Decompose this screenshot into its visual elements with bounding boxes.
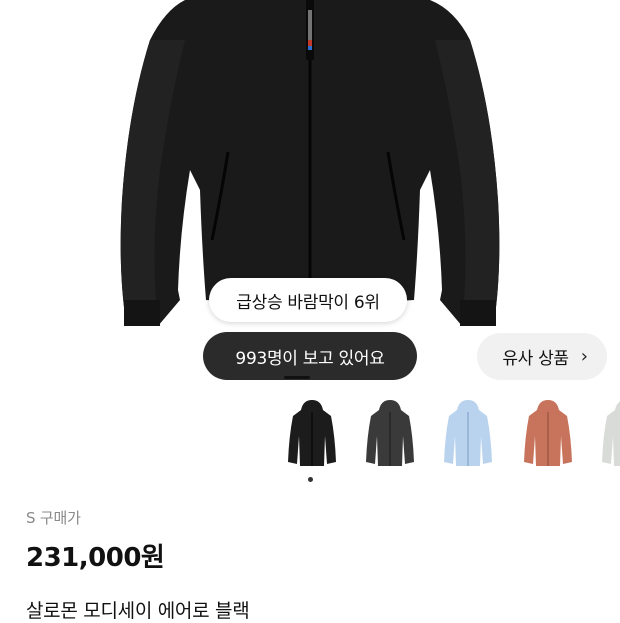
image-indicator xyxy=(284,376,310,379)
product-name: 살로몬 모디세이 에어로 블랙 xyxy=(26,600,250,622)
color-variant-light-gray[interactable] xyxy=(597,396,620,472)
viewers-badge: 993명이 보고 있어요 xyxy=(203,332,417,380)
color-variant-terracotta[interactable] xyxy=(519,396,577,472)
chevron-right-icon: › xyxy=(580,346,588,367)
size-purchase-label: S 구매가 xyxy=(26,509,81,527)
color-variant-black[interactable] xyxy=(283,396,341,472)
product-price: 231,000원 xyxy=(26,543,165,573)
similar-products-label: 유사 상품 xyxy=(502,349,569,369)
product-image[interactable]: 급상승 바람막이 6위 993명이 보고 있어요 유사 상품 › xyxy=(0,0,620,390)
color-variant-charcoal[interactable] xyxy=(361,396,419,472)
viewers-text: 993명이 보고 있어요 xyxy=(235,348,385,369)
trending-rank-text: 급상승 바람막이 6위 xyxy=(236,292,380,313)
similar-products-button[interactable]: 유사 상품 › xyxy=(477,333,607,380)
trending-rank-badge: 급상승 바람막이 6위 xyxy=(209,278,407,322)
color-variant-light-blue[interactable] xyxy=(439,396,497,472)
selected-variant-indicator xyxy=(308,477,313,482)
